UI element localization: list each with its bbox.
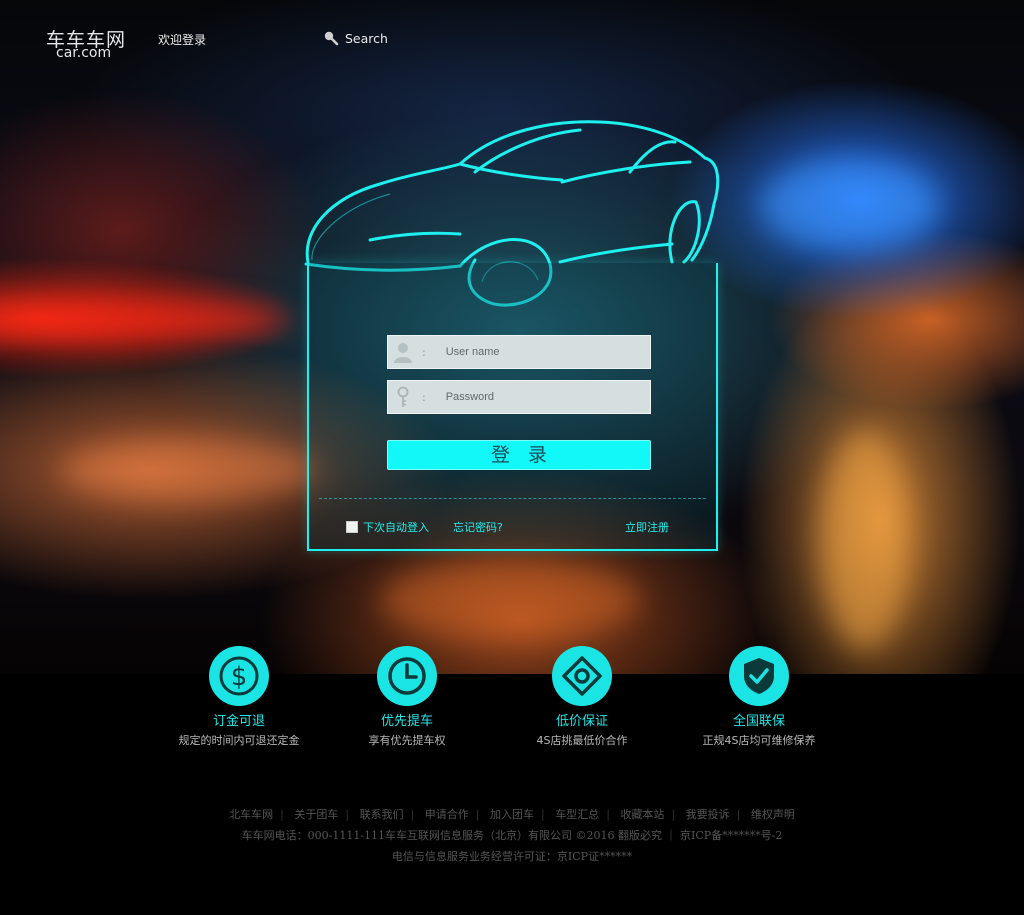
username-placeholder: User name bbox=[445, 346, 500, 358]
search-icon bbox=[324, 31, 339, 46]
dollar-icon: $ bbox=[209, 646, 269, 706]
login-button[interactable]: 登录 bbox=[387, 440, 651, 470]
remember-label: 下次自动登入 bbox=[363, 521, 429, 534]
footer-link[interactable]: 申请合作 bbox=[425, 808, 469, 821]
remember-me[interactable]: 下次自动登入 bbox=[346, 519, 429, 535]
panel-divider bbox=[319, 498, 706, 499]
feature-desc: 4S店挑最低价合作 bbox=[536, 734, 628, 747]
footer-link[interactable]: 收藏本站 bbox=[620, 808, 664, 821]
footer-link[interactable]: 维权声明 bbox=[751, 808, 795, 821]
welcome-text: 欢迎登录 bbox=[158, 33, 207, 47]
top-bar: 车车车网 car.com 欢迎登录 Search bbox=[0, 0, 1024, 70]
diamond-icon bbox=[552, 646, 612, 706]
username-field[interactable]: : User name bbox=[387, 335, 651, 369]
user-icon bbox=[388, 336, 418, 368]
feature-low-price: 低价保证 4S店挑最低价合作 bbox=[492, 646, 672, 748]
logo-english[interactable]: car.com bbox=[56, 45, 111, 61]
register-link[interactable]: 立即注册 bbox=[625, 519, 669, 535]
feature-desc: 享有优先提车权 bbox=[368, 734, 446, 747]
forgot-password-link[interactable]: 忘记密码? bbox=[453, 519, 503, 535]
footer-link[interactable]: 北车车网 bbox=[229, 808, 273, 821]
login-panel: : User name : Password 登录 下次自动登入 忘记密码? 立… bbox=[307, 263, 718, 551]
feature-refundable-deposit: $ 订金可退 规定的时间内可退还定金 bbox=[149, 646, 329, 748]
feature-desc: 正规4S店均可维修保养 bbox=[702, 734, 816, 747]
footer-link[interactable]: 联系我们 bbox=[360, 808, 404, 821]
shield-check-icon bbox=[729, 646, 789, 706]
search-label: Search bbox=[345, 30, 388, 46]
feature-desc: 规定的时间内可退还定金 bbox=[178, 734, 300, 747]
feature-title: 订金可退 bbox=[212, 714, 265, 729]
feature-national-warranty: 全国联保 正规4S店均可维修保养 bbox=[669, 646, 849, 748]
remember-checkbox[interactable] bbox=[346, 521, 358, 533]
feature-title: 低价保证 bbox=[555, 714, 608, 729]
clock-icon bbox=[377, 646, 437, 706]
footer-links: 北车车网 | 关于团车 | 联系我们 | 申请合作 | 加入团车 | 车型汇总 | 收藏本站… bbox=[229, 808, 795, 821]
feature-title: 全国联保 bbox=[732, 714, 785, 729]
footer: 北车车网 | 关于团车 | 联系我们 | 申请合作 | 加入团车 | 车型汇总 | 收藏本站… bbox=[0, 806, 1024, 864]
svg-text:$: $ bbox=[231, 662, 248, 692]
key-icon bbox=[388, 381, 418, 413]
footer-link[interactable]: 车型汇总 bbox=[555, 808, 599, 821]
footer-link[interactable]: 关于团车 bbox=[294, 808, 338, 821]
password-placeholder: Password bbox=[445, 391, 495, 403]
password-field[interactable]: : Password bbox=[387, 380, 651, 414]
footer-link[interactable]: 我要投诉 bbox=[686, 808, 730, 821]
feature-priority-pickup: 优先提车 享有优先提车权 bbox=[317, 646, 497, 748]
field-separator: : bbox=[422, 345, 426, 359]
footer-company-info: 车车网电话：000-1111-111车车互联网信息服务（北京）有限公司 ©201… bbox=[241, 829, 783, 842]
feature-title: 优先提车 bbox=[380, 714, 433, 729]
search-button[interactable]: Search bbox=[323, 30, 388, 46]
footer-link[interactable]: 加入团车 bbox=[490, 808, 534, 821]
field-separator: : bbox=[422, 390, 426, 404]
footer-license: 电信与信息服务业务经营许可证：京ICP证****** bbox=[391, 850, 633, 863]
